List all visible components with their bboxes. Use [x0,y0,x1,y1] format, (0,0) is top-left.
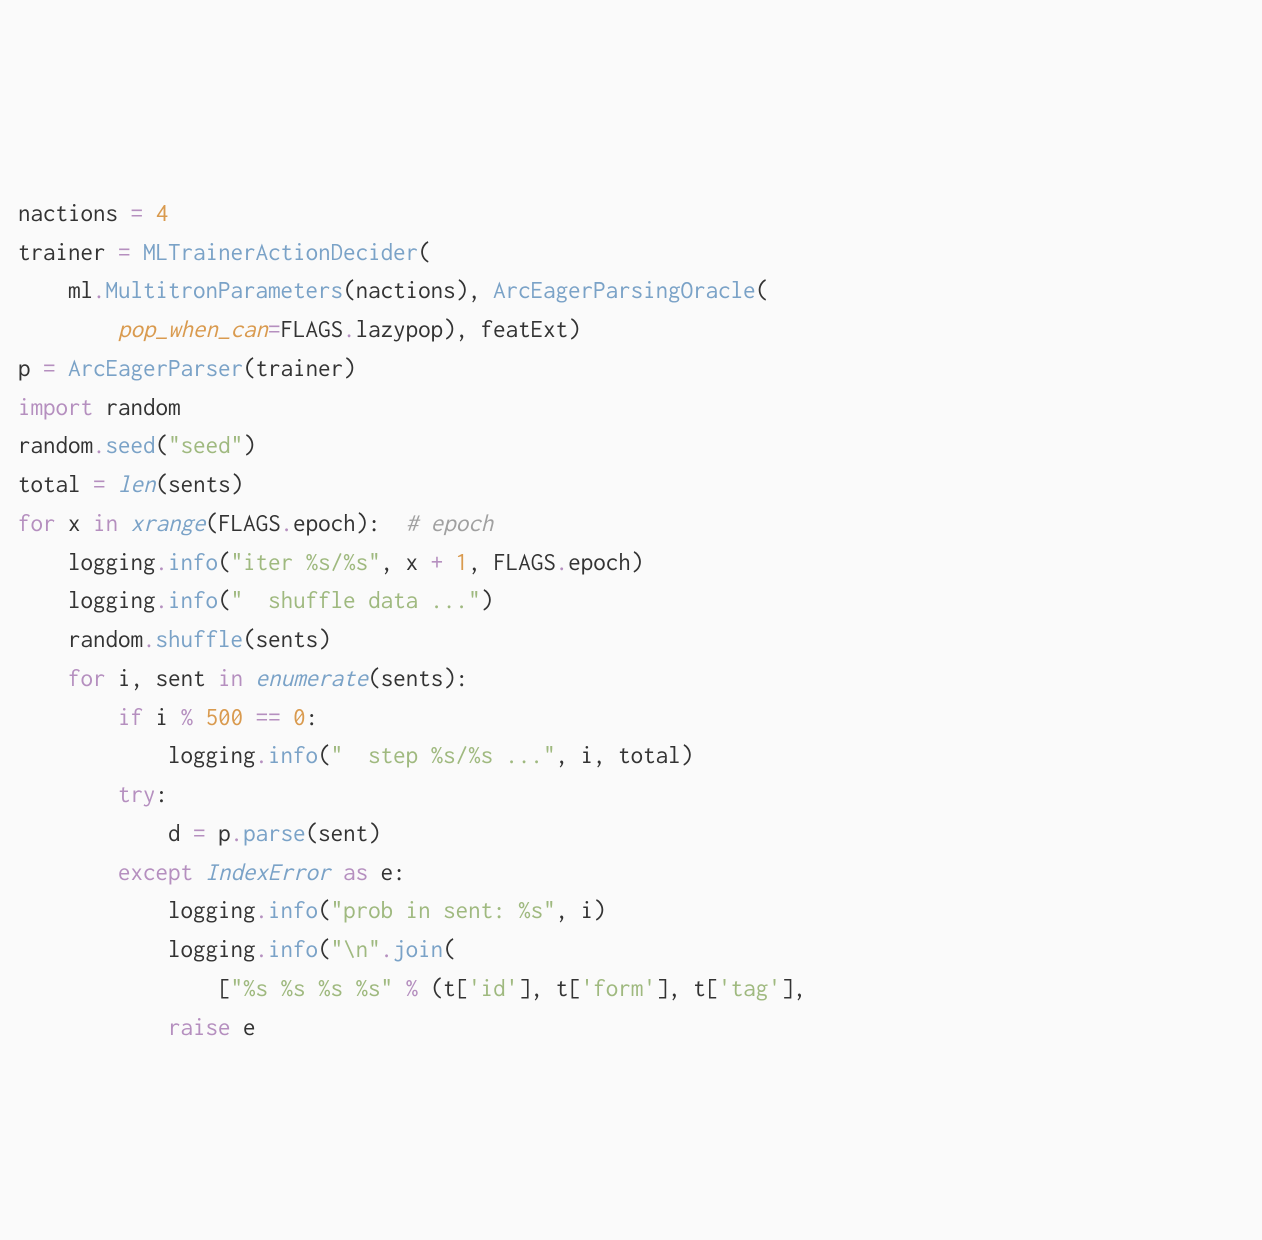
code-line: except IndexError as e: [18,859,406,885]
code-line: logging.info("\n".join( [18,936,456,962]
code-line: logging.info("iter %s/%s", x + 1, FLAGS.… [18,549,643,575]
code-line: logging.info(" shuffle data ...") [18,587,493,613]
code-line: pop_when_can=FLAGS.lazypop), featExt) [18,316,581,342]
code-line: for x in xrange(FLAGS.epoch): # epoch [18,510,493,536]
code-line: raise e [18,1014,256,1040]
code-line: import random [18,394,181,420]
code-line: nactions = 4 [18,200,168,226]
code-line: if i % 500 == 0: [18,704,318,730]
code-line: for i, sent in enumerate(sents): [18,665,468,691]
code-line: p = ArcEagerParser(trainer) [18,355,356,381]
code-line: random.shuffle(sents) [18,626,331,652]
code-editor[interactable]: nactions = 4 trainer = MLTrainerActionDe… [0,155,1262,1046]
code-line: logging.info(" step %s/%s ...", i, total… [18,742,693,768]
code-line: d = p.parse(sent) [18,820,381,846]
code-line: total = len(sents) [18,471,243,497]
code-line: logging.info("prob in sent: %s", i) [18,897,606,923]
code-line: trainer = MLTrainerActionDecider( [18,239,431,265]
code-line: ["%s %s %s %s" % (t['id'], t['form'], t[… [18,975,806,1001]
code-line: ml.MultitronParameters(nactions), ArcEag… [18,277,768,303]
code-line: random.seed("seed") [18,432,256,458]
code-line: try: [18,781,168,807]
